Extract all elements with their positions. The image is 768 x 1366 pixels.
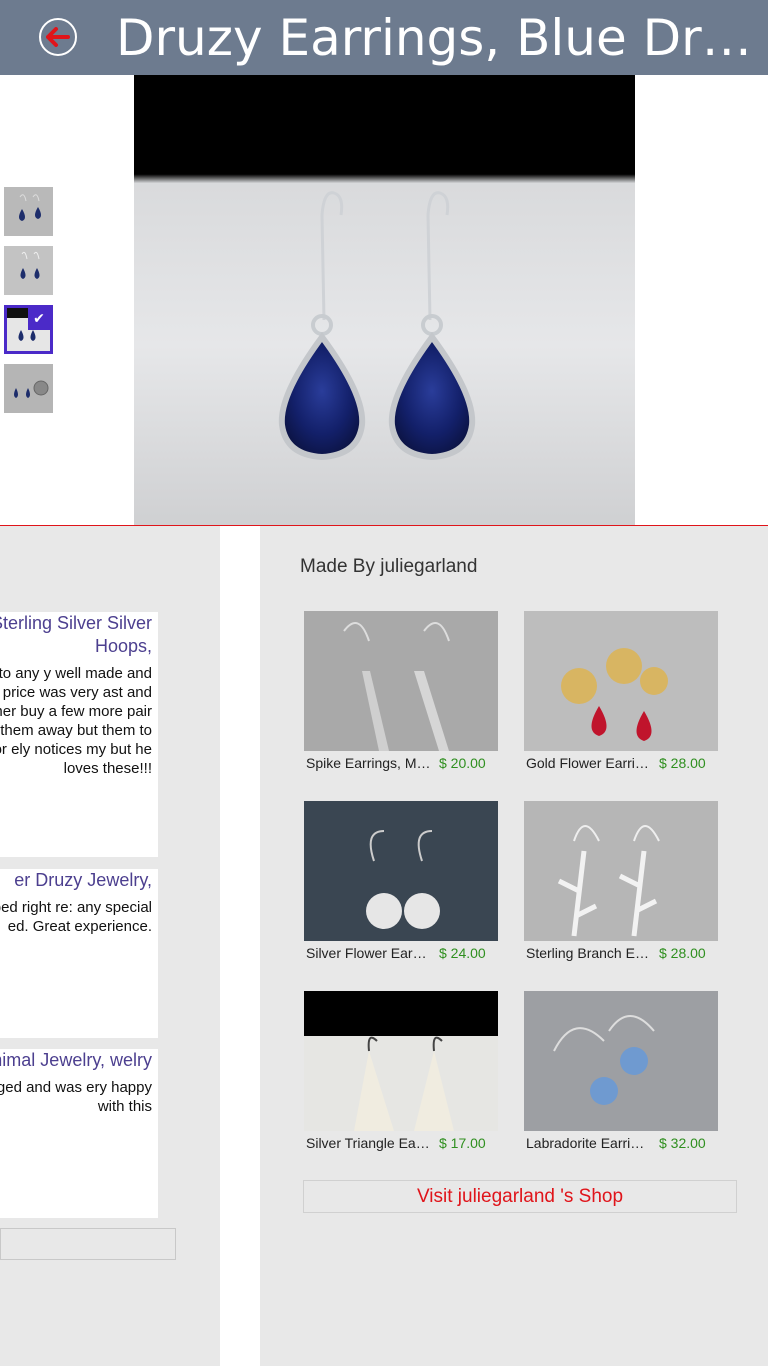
item-price: $ 17.00 [439, 1135, 486, 1151]
thumbnail-4[interactable] [4, 364, 53, 413]
item-price: $ 24.00 [439, 945, 486, 961]
item-image [524, 801, 718, 941]
visit-shop-button[interactable]: Visit juliegarland 's Shop [303, 1180, 737, 1213]
thumbnail-1[interactable] [4, 187, 53, 236]
review-title: Minimal Jewelry, welry [0, 1050, 152, 1070]
app-header: Druzy Earrings, Blue Druzy Earrings, Ste… [0, 0, 768, 75]
item-image [304, 801, 498, 941]
review-title: s, Sterling Silver Silver Hoops, [0, 613, 152, 656]
review-body: ully packaged and was ery happy with thi… [0, 1079, 152, 1115]
item-price: $ 28.00 [659, 945, 706, 961]
item-price: $ 20.00 [439, 755, 486, 771]
shop-item[interactable]: Gold Flower Earrings $ 28.00 [524, 611, 718, 776]
item-image [524, 611, 718, 751]
checkmark-icon: ✔ [28, 308, 50, 330]
item-price: $ 32.00 [659, 1135, 706, 1151]
review-body: flattering to any y well made and The pr… [0, 665, 152, 777]
shop-pane: Made By juliegarland Spike Earrings, Mod… [260, 526, 768, 1366]
druzy-earrings-image [278, 191, 476, 461]
shop-item[interactable]: Spike Earrings, Modern Earrings $ 20.00 [304, 611, 498, 776]
shop-item[interactable]: Silver Flower Earrings $ 24.00 [304, 801, 498, 966]
review-card[interactable]: er Druzy Jewelry, ey shipped right re: a… [0, 869, 158, 1038]
item-name: Spike Earrings, Modern Earrings [306, 755, 431, 771]
earrings-thumb-image [4, 364, 53, 413]
shop-item[interactable]: Sterling Branch Earrings $ 28.00 [524, 801, 718, 966]
more-reviews-button[interactable] [0, 1228, 176, 1260]
page-title: Druzy Earrings, Blue Druzy Earrings, Ste… [116, 9, 768, 67]
thumbnail-strip: ✔ [4, 187, 53, 423]
item-image [304, 611, 498, 751]
reviews-pane: s, Sterling Silver Silver Hoops, flatter… [0, 526, 220, 1366]
back-button[interactable] [39, 18, 77, 56]
item-name: Sterling Branch Earrings [526, 945, 651, 961]
item-name: Labradorite Earrings [526, 1135, 651, 1151]
item-name: Gold Flower Earrings [526, 755, 651, 771]
item-name: Silver Flower Earrings [306, 945, 431, 961]
main-product-photo [134, 75, 635, 526]
thumbnail-2[interactable] [4, 246, 53, 295]
made-by-label: Made By juliegarland [300, 556, 478, 577]
review-card[interactable]: Minimal Jewelry, welry ully packaged and… [0, 1049, 158, 1218]
review-body: ey shipped right re: any special ed. Gre… [0, 899, 152, 935]
item-price: $ 28.00 [659, 755, 706, 771]
earrings-thumb-image [4, 246, 53, 295]
review-title: er Druzy Jewelry, [14, 870, 152, 890]
pane-gap [220, 526, 260, 1366]
earrings-thumb-image [4, 187, 53, 236]
thumbnail-3-selected[interactable]: ✔ [4, 305, 53, 354]
shop-item[interactable]: Labradorite Earrings $ 32.00 [524, 991, 718, 1156]
shop-item[interactable]: Silver Triangle Earrings $ 17.00 [304, 991, 498, 1156]
review-card[interactable]: s, Sterling Silver Silver Hoops, flatter… [0, 612, 158, 857]
item-image [524, 991, 718, 1131]
arrow-left-icon [46, 27, 70, 47]
item-name: Silver Triangle Earrings [306, 1135, 431, 1151]
item-image [304, 991, 498, 1131]
